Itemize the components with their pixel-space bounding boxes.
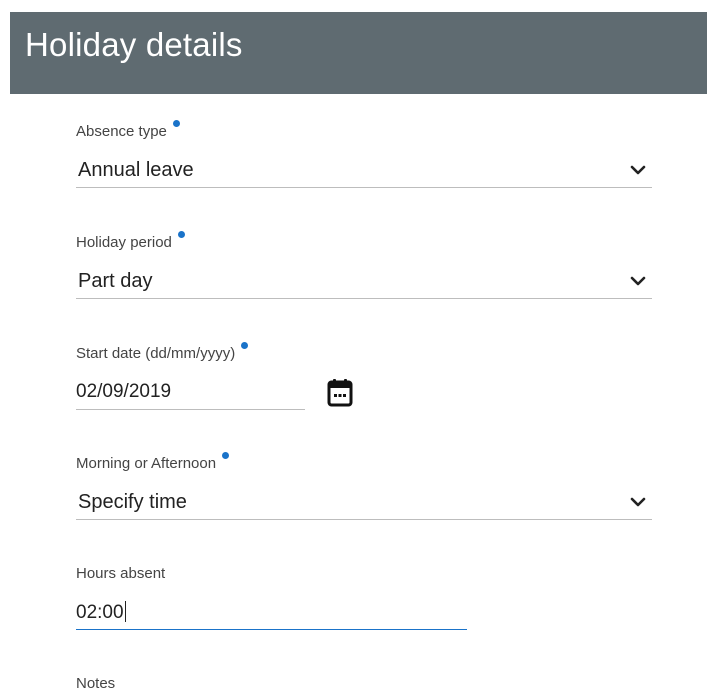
holiday-period-value: Part day (78, 270, 153, 292)
text-cursor (124, 601, 127, 622)
notes-label: Notes (76, 675, 116, 692)
start-date-field: Start date (dd/mm/yyyy) 02/09/2019 (76, 342, 305, 410)
absence-type-label: Absence type (76, 123, 167, 140)
chevron-down-icon (630, 497, 646, 507)
hours-absent-label: Hours absent (76, 565, 166, 582)
hours-absent-field: Hours absent 02:00 (76, 565, 467, 630)
calendar-icon[interactable] (327, 379, 353, 407)
page-header: Holiday details (10, 12, 707, 94)
absence-type-field: Absence type Annual leave (76, 120, 652, 188)
holiday-period-field: Holiday period Part day (76, 231, 652, 299)
hours-absent-input[interactable]: 02:00 (76, 595, 467, 630)
morning-afternoon-label: Morning or Afternoon (76, 455, 217, 472)
holiday-period-select[interactable]: Part day (76, 264, 652, 299)
start-date-value: 02/09/2019 (76, 381, 172, 402)
start-date-label: Start date (dd/mm/yyyy) (76, 345, 236, 362)
required-dot-icon (241, 342, 249, 349)
required-dot-icon (222, 452, 230, 459)
morning-afternoon-select[interactable]: Specify time (76, 485, 652, 520)
required-dot-icon (177, 231, 185, 238)
chevron-down-icon (630, 276, 646, 286)
chevron-down-icon (630, 165, 646, 175)
holiday-period-label: Holiday period (76, 234, 172, 251)
page-title: Holiday details (25, 26, 243, 63)
start-date-input[interactable]: 02/09/2019 (76, 375, 305, 410)
hours-absent-value: 02:00 (76, 602, 124, 623)
absence-type-value: Annual leave (78, 159, 194, 181)
morning-afternoon-field: Morning or Afternoon Specify time (76, 452, 652, 520)
notes-field: Notes (76, 675, 115, 695)
morning-afternoon-value: Specify time (78, 491, 187, 513)
absence-type-select[interactable]: Annual leave (76, 153, 652, 188)
required-dot-icon (172, 120, 180, 127)
